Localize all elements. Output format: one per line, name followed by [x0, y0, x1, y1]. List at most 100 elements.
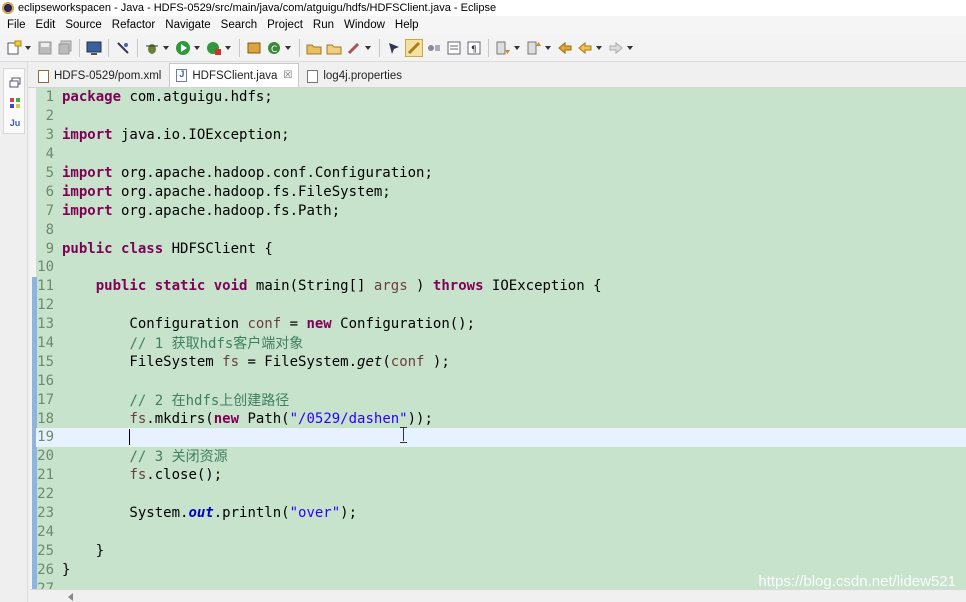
code-line[interactable]: 6 import org.apache.hadoop.fs.FileSystem; — [36, 182, 966, 201]
code-line[interactable]: 7 import org.apache.hadoop.fs.Path; — [36, 201, 966, 220]
menu-edit[interactable]: Edit — [31, 19, 61, 31]
new-dropdown-icon[interactable] — [24, 40, 32, 56]
code-text: fs.mkdirs(new Path("/0529/dashen")); — [62, 410, 432, 427]
code-line[interactable]: 21 fs.close(); — [36, 466, 966, 485]
forward-dropdown-icon[interactable] — [626, 40, 634, 56]
eclipse-logo-icon — [2, 2, 14, 14]
external-tools-icon[interactable] — [206, 40, 222, 56]
search-dropdown-icon[interactable] — [364, 40, 372, 56]
code-line[interactable]: 16 — [36, 371, 966, 390]
last-edit-location-icon[interactable] — [557, 40, 573, 56]
tab-pom-xml[interactable]: HDFS-0529/pom.xml — [32, 65, 167, 87]
new-icon[interactable] — [6, 40, 22, 56]
run-dropdown-icon[interactable] — [193, 40, 201, 56]
menu-help[interactable]: Help — [390, 19, 424, 31]
code-line[interactable]: 3 import java.io.IOException; — [36, 126, 966, 145]
save-icon[interactable] — [37, 40, 53, 56]
terminal-icon[interactable] — [86, 40, 102, 56]
main-toolbar: C ¶ — [0, 34, 966, 62]
new-class-dropdown-icon[interactable] — [284, 40, 292, 56]
code-text: import java.io.IOException; — [62, 127, 290, 143]
menu-navigate[interactable]: Navigate — [160, 19, 215, 31]
skip-breakpoints-icon[interactable] — [115, 40, 131, 56]
code-token: fs — [129, 467, 147, 484]
junit-icon[interactable]: Ju — [9, 117, 21, 129]
code-token: ) — [407, 278, 433, 295]
code-line[interactable]: 24 — [36, 522, 966, 541]
code-line[interactable]: 11 public static void main(String[] args… — [36, 277, 966, 296]
code-line[interactable]: 20 // 3 关闭资源 — [36, 447, 966, 466]
code-line[interactable]: 12 — [36, 296, 966, 315]
debug-icon[interactable] — [144, 40, 160, 56]
line-number: 23 — [37, 505, 54, 522]
menu-file[interactable]: File — [2, 19, 31, 31]
code-line[interactable]: 22 — [36, 485, 966, 504]
code-token: import — [62, 127, 113, 144]
open-type-icon[interactable] — [306, 40, 322, 56]
external-tools-dropdown-icon[interactable] — [224, 40, 232, 56]
code-token: fs — [129, 410, 147, 427]
new-java-class-icon[interactable]: C — [266, 40, 282, 56]
code-line[interactable]: 8 — [36, 220, 966, 239]
code-text: Configuration conf = new Configuration()… — [62, 316, 475, 332]
code-line[interactable]: 5 import org.apache.hadoop.conf.Configura… — [36, 164, 966, 183]
run-icon[interactable] — [175, 40, 191, 56]
properties-file-icon — [307, 69, 319, 83]
save-all-icon[interactable] — [57, 40, 73, 56]
code-token: .close(); — [146, 467, 223, 484]
previous-annotation-icon[interactable] — [526, 40, 542, 56]
menu-run[interactable]: Run — [308, 19, 339, 31]
menu-window[interactable]: Window — [339, 19, 390, 31]
outline-icon[interactable] — [9, 97, 21, 109]
code-line[interactable]: 15 FileSystem fs = FileSystem.get(conf )… — [36, 352, 966, 371]
editor-tab-bar: HDFS-0529/pom.xml HDFSClient.java ☒ log4… — [28, 62, 966, 88]
text-caret — [129, 429, 131, 446]
search-tool-icon[interactable] — [346, 40, 362, 56]
toggle-mark-occurrences-icon[interactable] — [386, 40, 402, 56]
close-tab-icon[interactable]: ☒ — [283, 70, 292, 81]
show-whitespace-icon[interactable] — [446, 40, 462, 56]
new-java-package-icon[interactable] — [246, 40, 262, 56]
code-token: } — [62, 561, 71, 578]
code-line[interactable]: 14 // 1 获取hdfs客户端对象 — [36, 334, 966, 353]
code-line[interactable]: 10 — [36, 258, 966, 277]
menu-search[interactable]: Search — [216, 19, 262, 31]
forward-icon[interactable] — [608, 40, 624, 56]
back-icon[interactable] — [577, 40, 593, 56]
minimized-views: Ju — [3, 68, 25, 134]
tab-hdfsclient-java[interactable]: HDFSClient.java ☒ — [169, 63, 300, 87]
menu-source[interactable]: Source — [60, 19, 106, 31]
word-wrap-icon[interactable]: ¶ — [466, 40, 482, 56]
code-line[interactable]: 4 — [36, 145, 966, 164]
code-line[interactable]: 19 — [36, 428, 966, 447]
menu-project[interactable]: Project — [262, 19, 308, 31]
code-line[interactable]: 18 fs.mkdirs(new Path("/0529/dashen")); — [36, 409, 966, 428]
toggle-highlight-icon[interactable] — [405, 38, 423, 57]
code-line[interactable]: 13 Configuration conf = new Configuratio… — [36, 315, 966, 334]
code-line[interactable]: 1 package com.atguigu.hdfs; — [36, 88, 966, 107]
restore-icon[interactable] — [9, 77, 21, 89]
line-number: 3 — [45, 127, 54, 144]
block-selection-icon[interactable] — [426, 40, 442, 56]
next-annotation-dropdown-icon[interactable] — [513, 40, 521, 56]
scroll-left-icon[interactable] — [68, 593, 73, 601]
code-line[interactable]: 2 — [36, 107, 966, 126]
code-line[interactable]: 25 } — [36, 541, 966, 560]
open-resource-icon[interactable] — [326, 40, 342, 56]
back-dropdown-icon[interactable] — [595, 40, 603, 56]
code-line[interactable]: 9 public class HDFSClient { — [36, 239, 966, 258]
menu-refactor[interactable]: Refactor — [107, 19, 160, 31]
line-number: 8 — [45, 221, 54, 238]
code-line[interactable]: 17 // 2 在hdfs上创建路径 — [36, 390, 966, 409]
tab-log4j-properties[interactable]: log4j.properties — [301, 65, 408, 87]
next-annotation-icon[interactable] — [495, 40, 511, 56]
code-token: import — [62, 183, 113, 200]
code-editor[interactable]: 1 package com.atguigu.hdfs; 2 3 import java.… — [30, 88, 966, 589]
code-line[interactable]: 23 System.out.println("over"); — [36, 504, 966, 523]
horizontal-scrollbar[interactable] — [30, 589, 966, 602]
line-number: 24 — [37, 523, 54, 540]
debug-dropdown-icon[interactable] — [162, 40, 170, 56]
previous-annotation-dropdown-icon[interactable] — [544, 40, 552, 56]
